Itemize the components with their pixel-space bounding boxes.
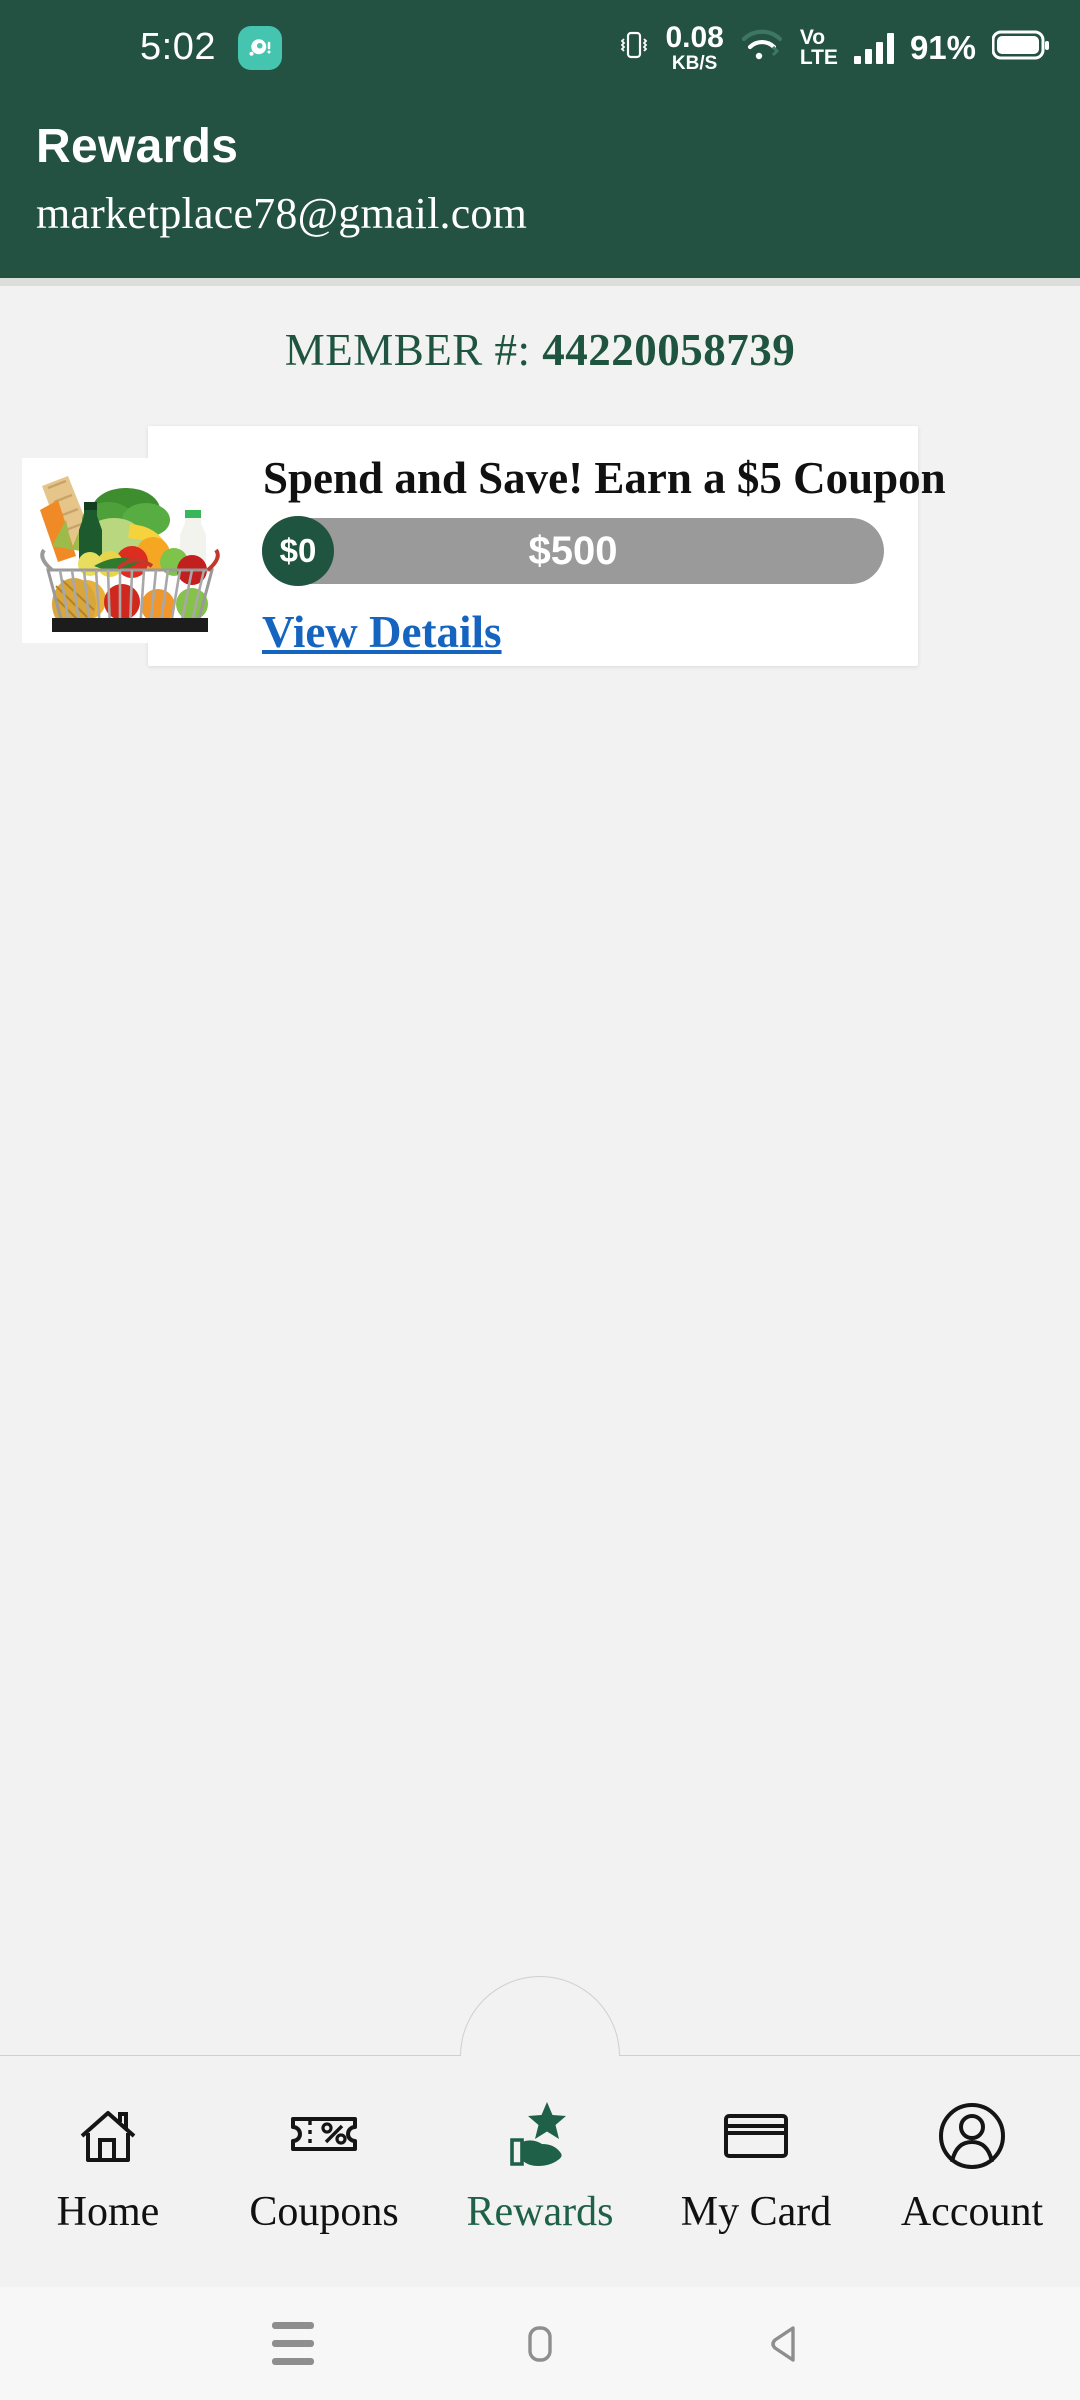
member-number: 44220058739	[542, 325, 796, 375]
status-bar: 5:02 0.08 KB/S Vo LTE 91%	[0, 0, 1080, 95]
main-content: MEMBER #: 44220058739 Spend and Save! Ea…	[0, 286, 1080, 2055]
cellular-signal-icon	[853, 32, 894, 64]
progress-current-knob: $0	[262, 516, 334, 586]
nav-item-rewards[interactable]: Rewards	[432, 2098, 648, 2246]
network-speed-indicator: 0.08 KB/S	[665, 20, 724, 74]
spend-progress: $500 $0	[262, 516, 884, 586]
hand-star-icon	[500, 2098, 580, 2174]
nav-item-coupons[interactable]: Coupons	[216, 2098, 432, 2246]
bottom-nav-items: Home Coupons Rewards My Card Account	[0, 2056, 1080, 2287]
wifi-icon	[740, 28, 784, 67]
vibrate-icon	[619, 27, 649, 68]
progress-track: $500	[262, 518, 884, 584]
battery-percent-label: 91%	[909, 28, 976, 66]
network-speed-unit: KB/S	[671, 52, 718, 74]
nav-label-coupons: Coupons	[249, 2188, 399, 2235]
volte-line-1: Vo	[799, 25, 826, 49]
nav-label-account: Account	[900, 2188, 1044, 2235]
battery-icon	[991, 29, 1050, 66]
menu-recents-icon[interactable]	[248, 2299, 338, 2389]
account-email: marketplace78@gmail.com	[36, 189, 528, 238]
member-label: MEMBER #:	[284, 325, 531, 375]
volte-line-2: LTE	[799, 45, 838, 69]
header-divider	[0, 278, 1080, 286]
view-details-link[interactable]: View Details	[262, 606, 502, 658]
person-circle-icon	[934, 2098, 1010, 2174]
nav-label-rewards: Rewards	[466, 2188, 614, 2235]
app-notification-icon	[237, 25, 282, 70]
house-icon	[72, 2098, 144, 2174]
network-speed-value: 0.08	[665, 20, 724, 54]
nav-item-my-card[interactable]: My Card	[648, 2098, 864, 2246]
nav-label-home: Home	[56, 2188, 160, 2235]
back-triangle-icon[interactable]	[742, 2299, 832, 2389]
volte-indicator: Vo LTE	[799, 25, 838, 69]
page-title: Rewards	[36, 120, 239, 173]
ticket-percent-icon	[285, 2098, 363, 2174]
progress-goal-label: $500	[528, 528, 618, 573]
status-bar-right: 0.08 KB/S Vo LTE 91%	[619, 20, 1050, 74]
home-square-icon[interactable]	[495, 2299, 585, 2389]
app-header: Rewards marketplace78@gmail.com	[0, 95, 1080, 278]
reward-card-title: Spend and Save! Earn a $5 Coupon	[263, 453, 946, 503]
nav-label-my-card: My Card	[680, 2188, 832, 2235]
android-system-nav	[0, 2287, 1080, 2400]
member-number-line: MEMBER #: 44220058739	[0, 324, 1080, 376]
status-bar-left: 5:02	[140, 25, 282, 70]
nav-item-home[interactable]: Home	[0, 2098, 216, 2246]
credit-card-icon	[718, 2098, 794, 2174]
bottom-navigation-bar: Home Coupons Rewards My Card Account	[0, 1976, 1080, 2287]
reward-card[interactable]: Spend and Save! Earn a $5 Coupon $500 $0…	[148, 426, 946, 666]
nav-item-account[interactable]: Account	[864, 2098, 1080, 2246]
grocery-basket-image	[22, 458, 237, 643]
app-screen: 5:02 0.08 KB/S Vo LTE 91% Rewards market…	[0, 0, 1080, 2400]
progress-current-label: $0	[279, 532, 317, 569]
status-time: 5:02	[140, 26, 216, 68]
